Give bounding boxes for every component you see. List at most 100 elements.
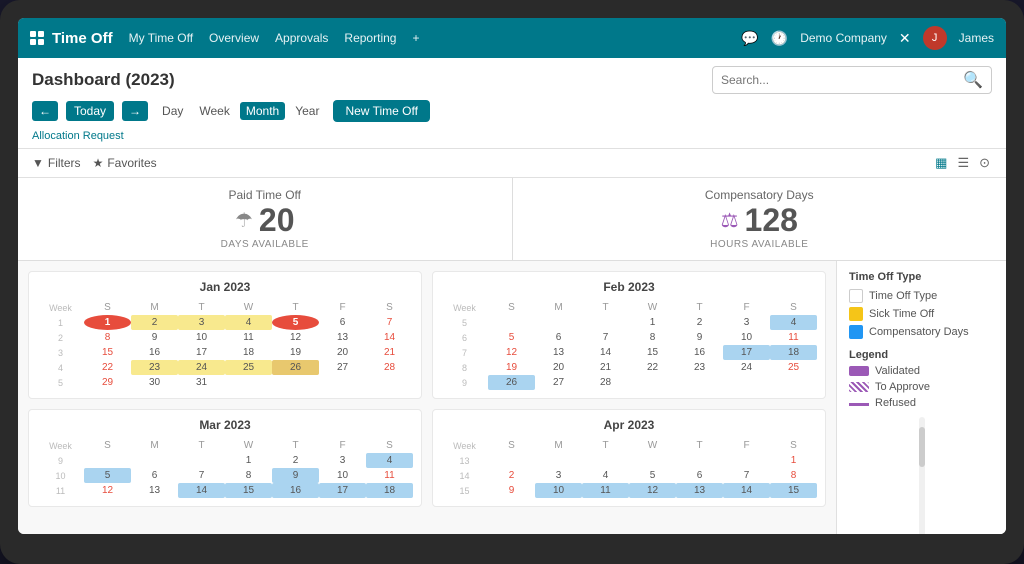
calendar-day[interactable]: 1	[629, 315, 676, 330]
calendar-day[interactable]	[723, 375, 770, 390]
calendar-day[interactable]: 4	[366, 453, 413, 468]
calendar-day[interactable]: 23	[131, 360, 178, 375]
calendar-day[interactable]: 12	[629, 483, 676, 498]
calendar-day[interactable]: 24	[178, 360, 225, 375]
nav-reporting[interactable]: Reporting	[344, 31, 396, 45]
calendar-day[interactable]: 7	[723, 468, 770, 483]
calendar-day[interactable]: 5	[488, 330, 535, 345]
search-input[interactable]	[721, 73, 963, 87]
calendar-day[interactable]: 19	[272, 345, 319, 360]
nav-overview[interactable]: Overview	[209, 31, 259, 45]
week-view-btn[interactable]: Week	[193, 102, 235, 120]
calendar-day[interactable]: 3	[319, 453, 366, 468]
circle-view-icon[interactable]: ⊙	[977, 153, 992, 173]
calendar-day[interactable]: 3	[178, 315, 225, 330]
calendar-day[interactable]: 16	[131, 345, 178, 360]
calendar-day[interactable]: 9	[488, 483, 535, 498]
calendar-day[interactable]: 5	[272, 315, 319, 330]
calendar-day[interactable]: 21	[366, 345, 413, 360]
calendar-day[interactable]: 12	[84, 483, 131, 498]
calendar-day[interactable]: 11	[770, 330, 817, 345]
calendar-day[interactable]	[178, 453, 225, 468]
calendar-day[interactable]: 7	[178, 468, 225, 483]
calendar-day[interactable]: 1	[225, 453, 272, 468]
calendar-day[interactable]: 22	[629, 360, 676, 375]
day-view-btn[interactable]: Day	[156, 102, 189, 120]
calendar-day[interactable]: 13	[319, 330, 366, 345]
calendar-day[interactable]	[535, 315, 582, 330]
calendar-day[interactable]	[582, 453, 629, 468]
calendar-day[interactable]: 13	[131, 483, 178, 498]
next-button[interactable]: →	[122, 101, 148, 121]
calendar-day[interactable]: 15	[629, 345, 676, 360]
calendar-day[interactable]: 9	[131, 330, 178, 345]
calendar-day[interactable]: 11	[225, 330, 272, 345]
calendar-day[interactable]: 5	[84, 468, 131, 483]
calendar-day[interactable]: 10	[535, 483, 582, 498]
calendar-day[interactable]: 17	[178, 345, 225, 360]
calendar-day[interactable]	[676, 375, 723, 390]
favorites-btn[interactable]: ★ Favorites	[93, 156, 157, 170]
calendar-day[interactable]: 22	[84, 360, 131, 375]
calendar-day[interactable]: 29	[84, 375, 131, 390]
calendar-day[interactable]: 12	[488, 345, 535, 360]
calendar-day[interactable]: 10	[723, 330, 770, 345]
calendar-day[interactable]: 4	[225, 315, 272, 330]
calendar-day[interactable]	[488, 453, 535, 468]
calendar-day[interactable]: 1	[770, 453, 817, 468]
company-name[interactable]: Demo Company	[800, 31, 887, 45]
calendar-day[interactable]: 5	[629, 468, 676, 483]
calendar-day[interactable]	[629, 453, 676, 468]
calendar-day[interactable]: 23	[676, 360, 723, 375]
clock-icon[interactable]: 🕐	[771, 30, 788, 47]
settings-icon[interactable]: ✕	[899, 30, 911, 47]
calendar-day[interactable]: 8	[225, 468, 272, 483]
calendar-day[interactable]: 6	[676, 468, 723, 483]
calendar-day[interactable]	[629, 375, 676, 390]
calendar-day[interactable]	[366, 375, 413, 390]
search-icon[interactable]: 🔍	[963, 70, 983, 90]
calendar-day[interactable]: 9	[676, 330, 723, 345]
calendar-view-icon[interactable]: ▦	[933, 153, 949, 173]
calendar-day[interactable]: 3	[535, 468, 582, 483]
list-view-icon[interactable]: ☰	[955, 153, 971, 173]
scrollbar-thumb[interactable]	[919, 427, 925, 467]
calendar-day[interactable]: 18	[366, 483, 413, 498]
search-bar[interactable]: 🔍	[712, 66, 992, 94]
calendar-day[interactable]: 25	[770, 360, 817, 375]
calendar-day[interactable]: 17	[319, 483, 366, 498]
calendar-day[interactable]	[225, 375, 272, 390]
calendar-day[interactable]: 2	[676, 315, 723, 330]
calendar-day[interactable]: 28	[582, 375, 629, 390]
calendar-day[interactable]: 21	[582, 360, 629, 375]
filters-btn[interactable]: ▼ Filters	[32, 156, 81, 170]
nav-plus[interactable]: +	[412, 31, 419, 45]
calendar-day[interactable]	[770, 375, 817, 390]
calendar-day[interactable]: 30	[131, 375, 178, 390]
calendar-day[interactable]	[84, 453, 131, 468]
calendar-day[interactable]: 27	[535, 375, 582, 390]
calendar-day[interactable]: 6	[319, 315, 366, 330]
app-logo[interactable]: Time Off	[30, 30, 113, 47]
calendar-day[interactable]: 15	[770, 483, 817, 498]
calendar-day[interactable]: 7	[366, 315, 413, 330]
calendar-day[interactable]: 6	[535, 330, 582, 345]
nav-approvals[interactable]: Approvals	[275, 31, 328, 45]
calendar-day[interactable]: 2	[272, 453, 319, 468]
calendar-day[interactable]: 19	[488, 360, 535, 375]
calendar-day[interactable]	[535, 453, 582, 468]
user-name[interactable]: James	[959, 31, 994, 45]
chat-icon[interactable]: 💬	[741, 30, 758, 47]
allocation-link[interactable]: Allocation Request	[32, 130, 124, 142]
today-button[interactable]: Today	[66, 101, 114, 121]
calendar-day[interactable]: 16	[272, 483, 319, 498]
calendar-day[interactable]: 9	[272, 468, 319, 483]
calendar-day[interactable]	[582, 315, 629, 330]
calendar-day[interactable]: 4	[770, 315, 817, 330]
calendar-day[interactable]	[272, 375, 319, 390]
calendar-day[interactable]: 14	[723, 483, 770, 498]
calendar-day[interactable]: 18	[770, 345, 817, 360]
calendar-day[interactable]: 11	[582, 483, 629, 498]
calendar-day[interactable]: 3	[723, 315, 770, 330]
calendar-day[interactable]: 26	[272, 360, 319, 375]
